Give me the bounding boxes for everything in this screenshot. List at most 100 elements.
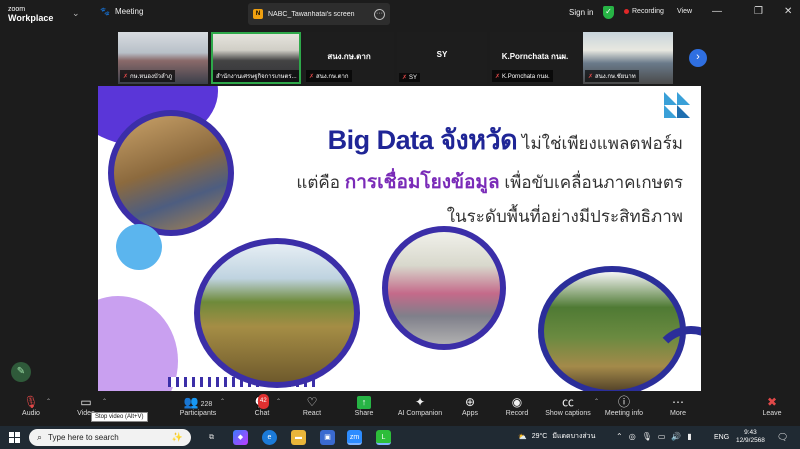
share-tab-badge: N <box>253 9 263 19</box>
decor-circle <box>116 224 162 270</box>
decor-blob <box>98 296 178 391</box>
participant-name: กษ.หนองบัวลำภู <box>130 74 173 80</box>
chevron-up-icon[interactable]: ⌃ <box>594 398 599 405</box>
participant-tile[interactable]: สนง.กษ.ตาก ✗ สนง.กษ.ตาก <box>304 32 394 84</box>
meeting-info-button[interactable]: ⓘ Meeting info <box>604 395 644 417</box>
language-indicator[interactable]: ENG <box>714 434 729 441</box>
network-icon[interactable]: ▭ <box>658 432 666 441</box>
copilot-icon[interactable]: ◆ <box>233 430 248 445</box>
leave-label: Leave <box>762 410 782 417</box>
muted-mic-icon: ✗ <box>402 75 408 81</box>
file-explorer-icon[interactable]: ▬ <box>291 430 306 445</box>
photo-corn-field <box>194 238 360 388</box>
more-button[interactable]: ⋯ More <box>667 395 689 417</box>
title-en: Big Data <box>327 125 441 155</box>
title-bar: zoom Workplace ⌄ 🐾 Meeting N NABC_Tawanh… <box>0 0 800 28</box>
record-label: Record <box>505 410 529 417</box>
leave-icon: ✖ <box>766 395 778 409</box>
next-participants-arrow-icon[interactable]: › <box>689 49 707 67</box>
muted-mic-icon: ✗ <box>495 73 501 80</box>
weather-icon: ⛅ <box>518 433 527 441</box>
zoom-logo: zoom Workplace <box>8 5 53 23</box>
react-button[interactable]: ♡ React <box>300 395 324 417</box>
zoom-window: zoom Workplace ⌄ 🐾 Meeting N NABC_Tawanh… <box>0 0 800 449</box>
shared-screen-tab[interactable]: N NABC_Tawanhatai's screen ··· <box>248 3 390 25</box>
heart-icon: ♡ <box>306 395 318 409</box>
apps-label: Apps <box>462 410 478 417</box>
participants-icon: 👥 228 <box>183 395 213 409</box>
zoom-app-icon[interactable]: zm <box>347 430 362 445</box>
paw-icon: 🐾 <box>100 7 110 16</box>
participants-strip: ✗ กษ.หนองบัวลำภู สำนักงานเศรษฐกิจการเกษต… <box>118 32 683 84</box>
apps-button[interactable]: ⊕ Apps <box>460 395 480 417</box>
share-button[interactable]: ↑ Share <box>351 395 377 417</box>
volume-icon[interactable]: 🔊 <box>671 432 681 441</box>
security-shield-icon[interactable]: ✓ <box>603 6 614 19</box>
view-button[interactable]: View <box>677 8 692 15</box>
minimize-icon[interactable]: — <box>712 6 722 17</box>
participant-name: SY <box>409 74 418 81</box>
slide-logo-icon <box>664 92 690 118</box>
captions-icon: ㏄ <box>561 395 574 409</box>
participant-name: สำนักงานเศรษฐกิจการเกษตร... <box>216 74 297 80</box>
captions-button[interactable]: ㏄ Show captions ⌃ <box>544 395 599 417</box>
record-button[interactable]: ◉ Record <box>505 395 529 417</box>
edge-icon[interactable]: e <box>262 430 277 445</box>
sign-in-link[interactable]: Sign in <box>569 8 593 17</box>
chevron-up-icon[interactable]: ⌃ <box>616 432 623 441</box>
participant-tile[interactable]: SY ✗ SY <box>397 32 487 84</box>
chat-button[interactable]: 💬42 Chat ⌃ <box>250 394 281 417</box>
leave-button[interactable]: ✖ Leave <box>760 395 784 417</box>
meeting-menu[interactable]: 🐾 Meeting <box>100 7 143 16</box>
line2-post: เพื่อขับเคลื่อนภาคเกษตร <box>499 173 683 192</box>
participant-caption: ✗ สนง.กษ.ชัยนาท <box>585 70 639 82</box>
taskbar-search-box[interactable]: ⌕ Type here to search ✨ <box>29 429 191 446</box>
participant-display-name: สนง.กษ.ตาก <box>327 52 371 61</box>
share-tab-label: NABC_Tawanhatai's screen <box>268 10 355 18</box>
chevron-down-icon[interactable]: ⌄ <box>72 8 80 19</box>
windows-taskbar: ⌕ Type here to search ✨ ⧉ ◆ e ▬ ▣ zm L ⛅… <box>0 426 800 449</box>
battery-icon[interactable]: ▮ <box>687 432 691 441</box>
sparkle-icon: ✦ <box>414 395 426 409</box>
share-label: Share <box>354 410 374 417</box>
chevron-up-icon[interactable]: ⌃ <box>220 398 225 405</box>
participant-tile[interactable]: ✗ สนง.กษ.ชัยนาท <box>583 32 673 84</box>
store-icon[interactable]: ▣ <box>320 430 335 445</box>
restore-icon[interactable]: ❐ <box>754 6 763 17</box>
weather-widget[interactable]: ⛅ 29°C มีแดดบางส่วน <box>518 431 595 442</box>
headline-line-2: แต่คือ การเชื่อมโยงข้อมูล เพื่อขับเคลื่อ… <box>296 167 683 197</box>
more-options-icon[interactable]: ··· <box>374 8 385 20</box>
notifications-icon[interactable]: 🗨 <box>777 432 788 443</box>
line2-pre: แต่คือ <box>296 173 345 192</box>
info-icon: ⓘ <box>617 395 630 409</box>
line-app-icon[interactable]: L <box>376 430 391 445</box>
participant-caption: ✗ กษ.หนองบัวลำภู <box>120 70 176 82</box>
ai-companion-button[interactable]: ✦ AI Companion <box>396 395 444 417</box>
chevron-up-icon[interactable]: ⌃ <box>46 398 51 405</box>
windows-start-icon[interactable] <box>9 432 20 443</box>
participant-tile-active-speaker[interactable]: สำนักงานเศรษฐกิจการเกษตร... <box>211 32 301 84</box>
title-th: จังหวัด <box>440 125 518 155</box>
slide-headline: Big Data จังหวัด ไม่ใช่เพียงแพลตฟอร์ม แต… <box>296 118 683 230</box>
chevron-up-icon[interactable]: ⌃ <box>102 398 107 405</box>
participant-tile[interactable]: K.Pornchata กนผ. ✗ K.Pornchata กนผ. <box>490 32 580 84</box>
participants-button[interactable]: 👥 228 Participants ⌃ <box>178 395 225 417</box>
task-view-icon[interactable]: ⧉ <box>204 430 219 445</box>
participant-caption: ✗ SY <box>399 73 421 82</box>
shared-slide: Big Data จังหวัด ไม่ใช่เพียงแพลตฟอร์ม แต… <box>98 86 701 391</box>
line2-highlight: การเชื่อมโยงข้อมูล <box>344 172 500 193</box>
annotate-pencil-icon[interactable]: ✎ <box>11 362 31 382</box>
search-icon: ⌕ <box>37 432 43 442</box>
mic-tray-icon[interactable]: 🎙 <box>642 432 652 441</box>
recording-indicator[interactable]: Recording <box>624 8 664 15</box>
participant-tile[interactable]: ✗ กษ.หนองบัวลำภู <box>118 32 208 84</box>
audio-button[interactable]: 🎙 Audio ⌃ <box>18 395 51 417</box>
system-clock[interactable]: 9:43 12/9/2568 <box>736 429 765 445</box>
close-icon[interactable]: ✕ <box>784 6 792 17</box>
participant-name: K.Pornchata กนผ. <box>502 74 550 80</box>
chevron-up-icon[interactable]: ⌃ <box>276 398 281 405</box>
more-dots-icon: ⋯ <box>672 395 684 409</box>
apps-icon: ⊕ <box>464 395 476 409</box>
camera-tray-icon[interactable]: ◎ <box>629 432 636 441</box>
clock-time: 9:43 <box>744 429 757 436</box>
